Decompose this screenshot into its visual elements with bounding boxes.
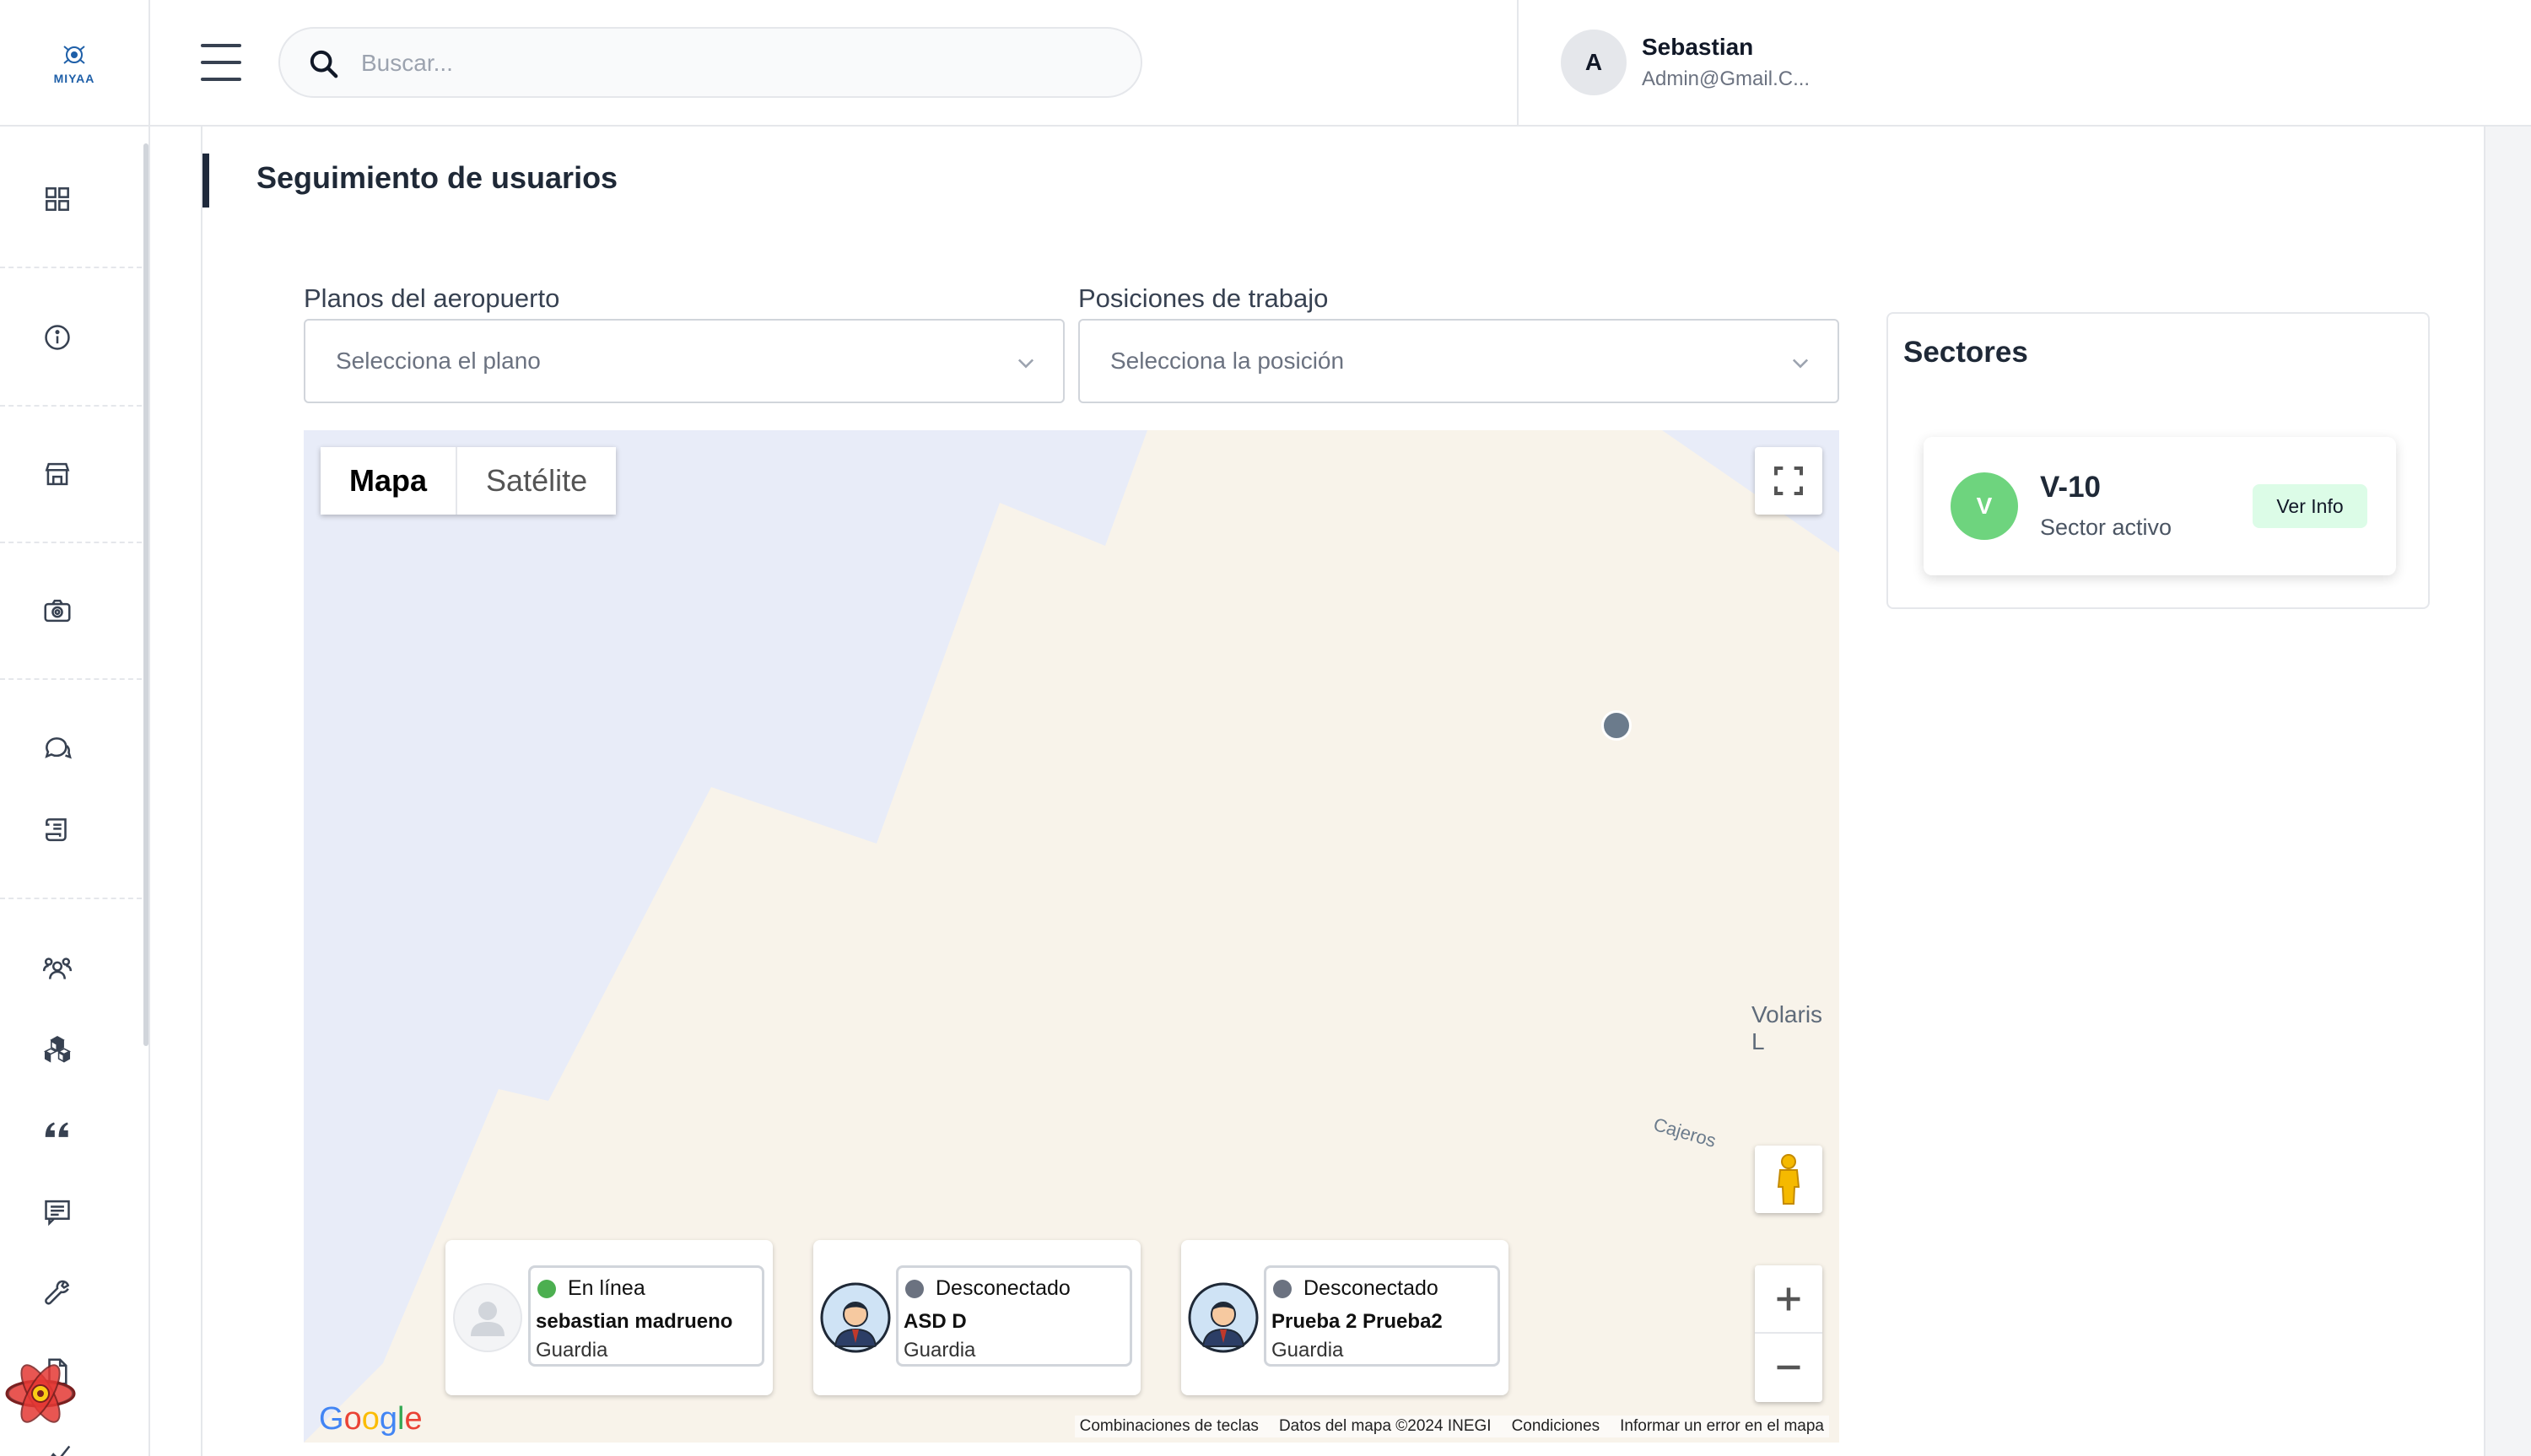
chevron-down-icon [1017,359,1034,369]
street-view-button[interactable] [1755,1146,1822,1213]
page-title: Seguimiento de usuarios [256,160,618,195]
user-status: Desconectado [905,1276,1071,1301]
grid-icon[interactable] [37,179,78,219]
user-email: Admin@Gmail.C... [1642,67,1811,90]
user-role: Guardia [1271,1339,1344,1362]
page-background [2485,127,2531,1456]
poi-marker-icon[interactable] [1601,710,1632,741]
search-box [278,27,1142,98]
keyboard-shortcuts-link[interactable]: Combinaciones de teclas [1080,1417,1259,1436]
status-dot [537,1279,556,1298]
user-name: Prueba 2 Prueba2 [1271,1310,1443,1333]
user-marker[interactable]: Desconectado ASD D Guardia [813,1240,1141,1395]
logo-text: MIYAA [53,72,95,85]
user-info-box: En línea sebastian madrueno Guardia [528,1265,764,1367]
sidebar [0,127,150,1456]
pegman-icon [1777,1154,1800,1205]
map-footer: Combinaciones de teclas Datos del mapa ©… [1074,1416,1829,1437]
sidebar-divider [0,267,142,268]
user-status-label: En línea [568,1276,645,1300]
logo-icon [63,46,85,64]
posicion-select[interactable]: Selecciona la posición [1078,319,1839,403]
map-label-volaris: Volaris L [1751,1001,1823,1054]
zoom-controls [1755,1265,1822,1402]
user-role: Guardia [904,1339,976,1362]
plus-icon [1777,1287,1800,1311]
scroll-icon[interactable] [37,810,78,850]
status-dot [905,1279,924,1298]
user-role: Guardia [536,1339,608,1362]
avatar[interactable]: A [1561,30,1627,95]
posicion-label: Posiciones de trabajo [1078,283,1329,313]
zoom-in-button[interactable] [1755,1266,1822,1334]
map-type-toggle: Mapa Satélite [321,447,617,515]
map-type-map-button[interactable]: Mapa [321,447,458,515]
user-menu[interactable]: A Sebastian Admin@Gmail.C... [1517,0,2531,127]
sidebar-divider [0,678,142,680]
chart-icon[interactable] [37,1434,78,1456]
map-data-text: Datos del mapa ©2024 INEGI [1278,1417,1492,1435]
sidebar-divider [0,898,142,899]
plano-label: Planos del aeropuerto [304,283,560,313]
menu-toggle-button[interactable] [201,44,241,81]
guard-avatar-icon [820,1282,891,1353]
hamburger-line [201,61,241,64]
user-status: En línea [537,1276,645,1301]
top-bar: MIYAA A Sebastian Admin@Gmail.C... [0,0,2531,127]
user-marker[interactable]: Desconectado Prueba 2 Prueba2 Guardia [1181,1240,1508,1395]
avatar-placeholder-icon [452,1282,523,1353]
message-icon[interactable] [37,1191,78,1232]
search-input[interactable] [361,40,1104,86]
sidebar-divider [0,405,142,407]
users-icon[interactable] [37,948,78,989]
quote-icon[interactable] [37,1110,78,1151]
chat-icon[interactable] [37,729,78,769]
sectores-title: Sectores [1903,336,2028,369]
posicion-select-value: Selecciona la posición [1110,348,1345,374]
user-name: sebastian madrueno [536,1310,733,1333]
guard-avatar-icon [1188,1282,1259,1353]
user-name: Sebastian [1642,34,1754,60]
report-error-link[interactable]: Informar un error en el mapa [1620,1417,1824,1436]
boxes-icon[interactable] [37,1029,78,1070]
search-icon [310,50,338,78]
google-logo: Google [319,1401,423,1437]
sectores-panel: Sectores V V-10 Sector activo Ver Info [1886,312,2430,609]
user-marker[interactable]: En línea sebastian madrueno Guardia [445,1240,773,1395]
store-icon[interactable] [37,454,78,494]
map-type-satellite-button[interactable]: Satélite [457,447,616,515]
user-status: Desconectado [1273,1276,1438,1301]
info-icon[interactable] [37,317,78,358]
ver-info-button[interactable]: Ver Info [2253,484,2367,528]
sidebar-divider [0,542,142,543]
hamburger-line [201,44,241,47]
status-dot [1273,1279,1292,1298]
hamburger-line [201,78,241,81]
fullscreen-button[interactable] [1755,447,1822,515]
sector-card: V V-10 Sector activo Ver Info [1924,437,2396,575]
react-devtools-icon[interactable] [5,1358,76,1429]
wrench-icon[interactable] [37,1272,78,1313]
user-name: ASD D [904,1310,967,1333]
minus-icon [1777,1365,1800,1370]
fullscreen-icon [1774,466,1803,495]
terms-link[interactable]: Condiciones [1512,1417,1600,1436]
sector-status: Sector activo [2040,515,2172,540]
sector-avatar: V [1951,472,2018,540]
chevron-down-icon [1792,359,1809,369]
plano-select[interactable]: Selecciona el plano [304,319,1065,403]
logo[interactable]: MIYAA [0,0,150,127]
camera-icon[interactable] [37,590,78,631]
user-status-label: Desconectado [1303,1276,1438,1300]
user-info-box: Desconectado ASD D Guardia [896,1265,1132,1367]
user-info-box: Desconectado Prueba 2 Prueba2 Guardia [1264,1265,1500,1367]
sector-name: V-10 [2040,471,2101,504]
title-accent [202,154,209,208]
plano-select-value: Selecciona el plano [336,348,541,374]
sidebar-scrollbar[interactable] [143,143,148,1046]
user-status-label: Desconectado [936,1276,1071,1300]
zoom-out-button[interactable] [1755,1334,1822,1401]
